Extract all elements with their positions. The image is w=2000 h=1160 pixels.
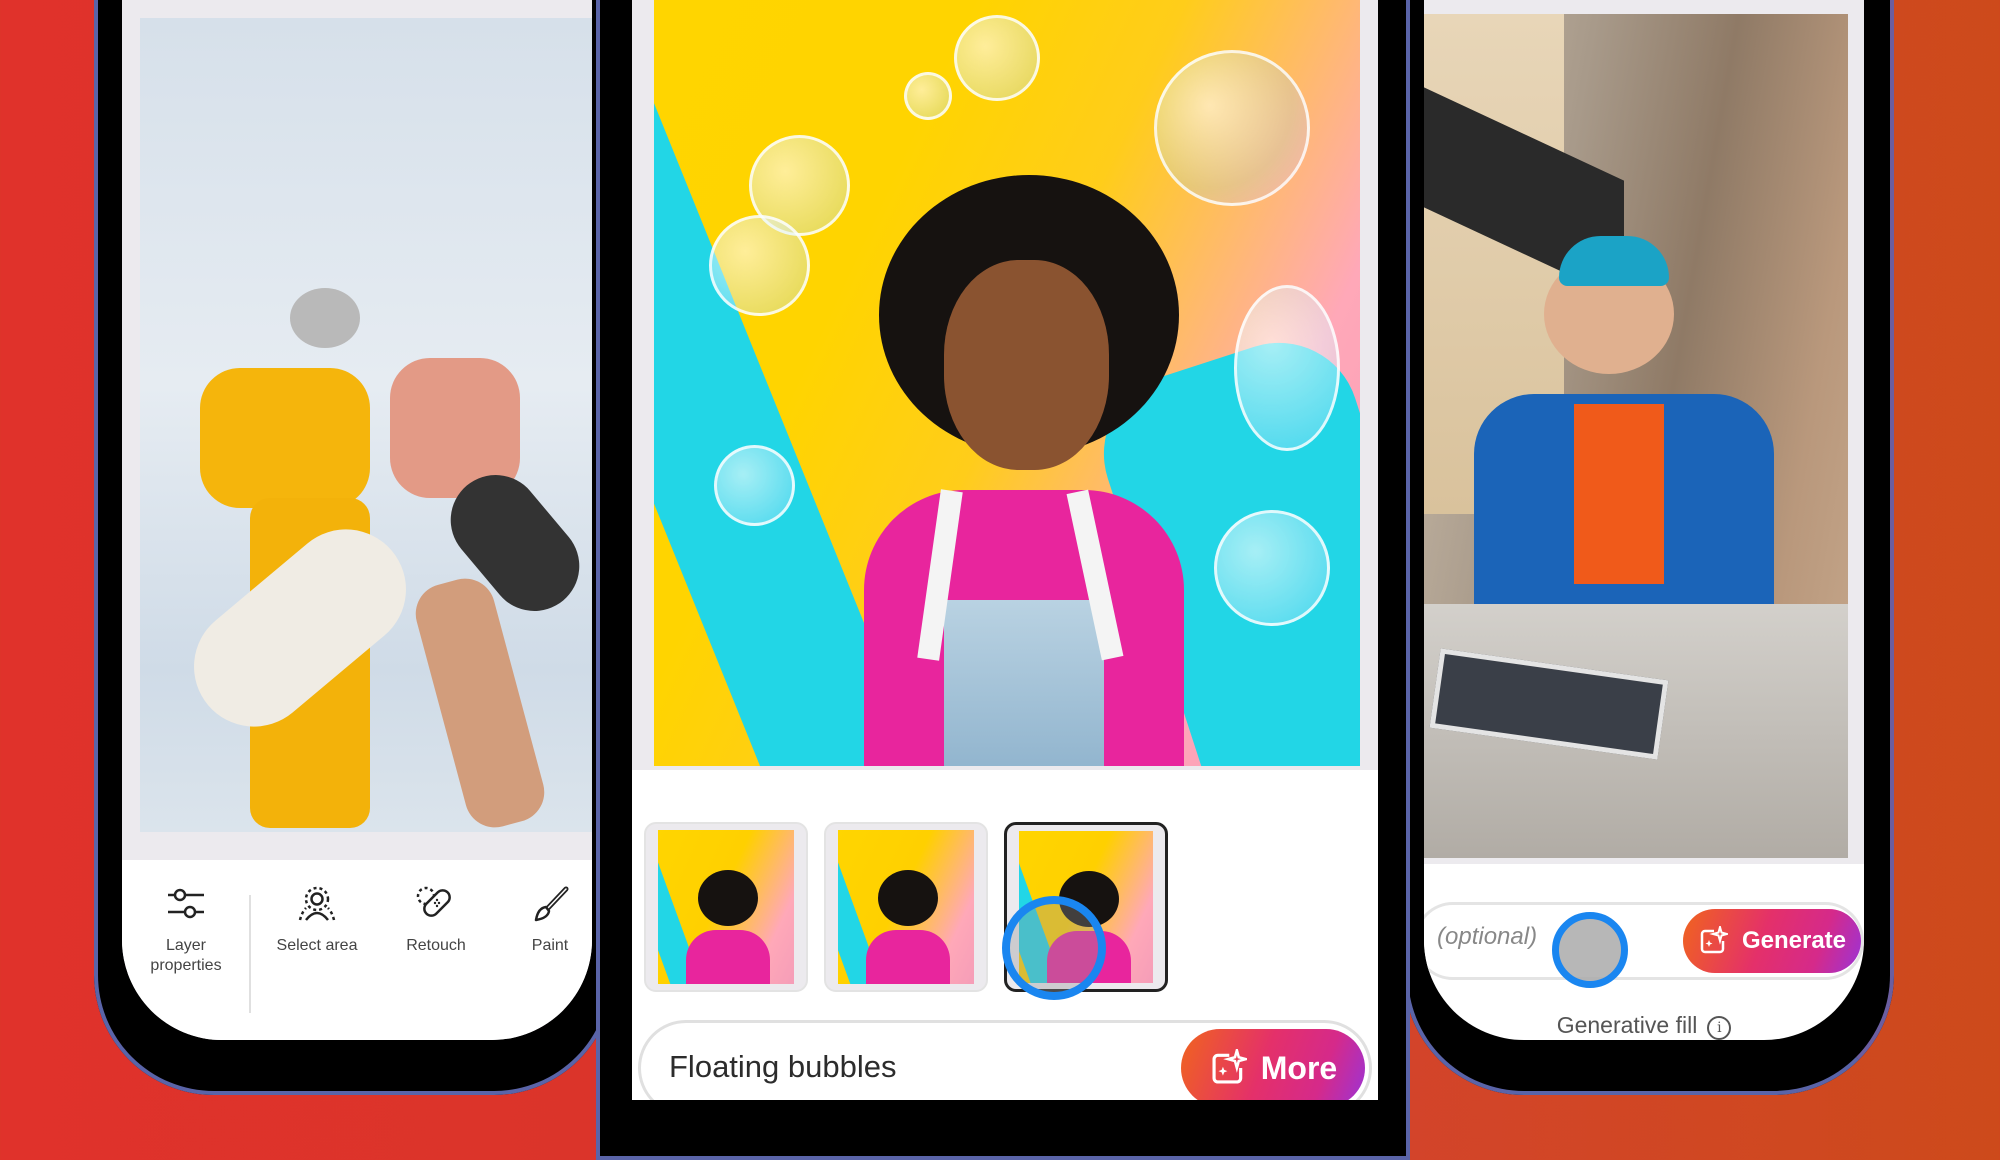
bubble-large [1154,50,1310,206]
main-canvas-photo[interactable] [654,0,1360,766]
thumbnail-image [838,830,974,984]
blue-hair-shape [1559,236,1669,286]
orange-shirt-shape [1574,404,1664,584]
denim-overalls-shape [944,600,1104,766]
bubble [714,445,795,526]
info-icon[interactable]: i [1707,1016,1732,1040]
generative-fill-prompt-bar[interactable]: (optional) Generate [1424,902,1864,980]
tool-label: Layer properties [150,937,222,974]
tool-paint[interactable]: Paint [510,886,590,956]
bubble [1234,285,1340,451]
more-button[interactable]: More [1181,1029,1365,1100]
variation-thumbnail-2[interactable] [824,822,988,992]
brush-icon [534,886,569,922]
touch-indicator [1002,896,1106,1000]
tool-layer-properties[interactable]: Layer properties [134,886,238,976]
canvas-background [632,0,1378,770]
bottom-toolbar: Layer properties Select area Retouch Pai… [122,860,592,1040]
more-button-label: More [1260,1049,1338,1086]
prompt-input[interactable]: Floating bubbles [669,1049,897,1085]
hat-shape [290,288,360,348]
right-phone-screen: (optional) Generate Generative fill i [1424,0,1864,1040]
left-phone: Layer properties Select area Retouch Pai… [94,0,614,1095]
touch-indicator [1552,912,1628,988]
generative-sparkle-icon [1212,1049,1247,1084]
tool-label: Retouch [406,937,466,954]
generate-button-label: Generate [1741,927,1847,954]
tool-label: Select area [276,937,358,954]
tool-label: Paint [531,937,569,954]
afro-hair-shape [698,870,758,926]
afro-hair-shape [878,870,938,926]
generative-prompt-bar[interactable]: Floating bubbles More [638,1020,1372,1100]
toolbar-divider [249,895,251,1013]
select-person-icon [298,886,336,921]
center-phone: Floating bubbles More [596,0,1410,1160]
pink-sweater-shape [686,930,770,984]
bandage-icon [416,886,451,917]
bubble [954,15,1040,101]
right-canvas-photo[interactable] [1424,14,1848,858]
yellow-top-shape [200,368,370,508]
tool-select-area[interactable]: Select area [262,886,372,956]
face-shape [944,260,1109,470]
generate-button[interactable]: Generate [1683,909,1861,973]
generative-sparkle-icon [1700,926,1728,954]
canvas-background [1424,0,1864,864]
tool-retouch[interactable]: Retouch [386,886,486,956]
thumbnail-image [658,830,794,984]
bubble [1214,510,1330,626]
bubble [709,215,810,316]
variation-thumbnail-1[interactable] [644,822,808,992]
left-canvas-photo[interactable] [140,18,592,832]
sliders-icon [168,888,204,919]
generative-fill-label: Generative fill i [1424,1012,1864,1040]
left-phone-screen: Layer properties Select area Retouch Pai… [122,0,592,1040]
prompt-placeholder: (optional) [1437,923,1538,950]
right-phone: (optional) Generate Generative fill i [1404,0,1894,1095]
feature-label-text: Generative fill [1556,1012,1698,1038]
bubble [904,72,952,120]
pink-sweater-shape [866,930,950,984]
